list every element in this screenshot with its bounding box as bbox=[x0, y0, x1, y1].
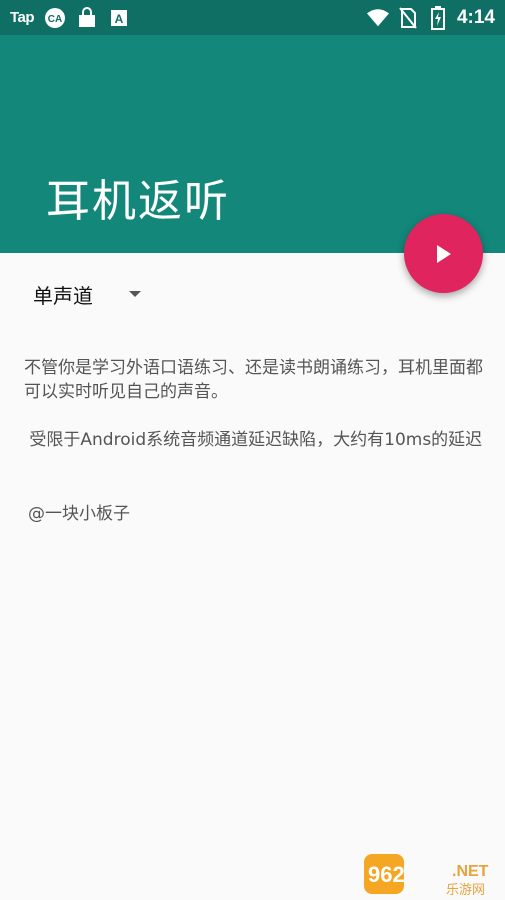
svg-text:962: 962 bbox=[368, 862, 405, 887]
page-title: 耳机返听 bbox=[46, 176, 230, 227]
play-icon bbox=[436, 244, 451, 263]
svg-text:乐游网: 乐游网 bbox=[446, 883, 485, 896]
status-bar: Tap CA A 4:14 bbox=[0, 0, 505, 35]
battery-charging-icon bbox=[427, 5, 449, 30]
watermark-logo: 962 .NET 乐游网 bbox=[364, 852, 502, 898]
play-button[interactable] bbox=[404, 214, 483, 293]
tap-label: Tap bbox=[10, 9, 35, 26]
wifi-icon bbox=[366, 7, 389, 29]
no-sim-icon bbox=[397, 6, 419, 29]
svg-text:A: A bbox=[115, 12, 124, 26]
clock: 4:14 bbox=[456, 6, 495, 28]
dropdown-arrow-icon bbox=[129, 291, 141, 297]
channel-dropdown[interactable]: 单声道 bbox=[33, 276, 163, 312]
description: 不管你是学习外语口语练习、还是读书朗诵练习，耳机里面都可以实时听见自己的声音。 … bbox=[24, 356, 484, 476]
store-bag-icon bbox=[76, 6, 98, 29]
author-credit: @一块小板子 bbox=[28, 504, 130, 524]
description-paragraph-2: 受限于Android系统音频通道延迟缺陷，大约有10ms的延迟 bbox=[24, 430, 483, 450]
svg-text:CA: CA bbox=[48, 14, 62, 25]
a-app-icon: A bbox=[108, 7, 130, 29]
description-paragraph-1: 不管你是学习外语口语练习、还是读书朗诵练习，耳机里面都可以实时听见自己的声音。 bbox=[24, 358, 483, 402]
channel-dropdown-value: 单声道 bbox=[33, 283, 93, 308]
ca-icon: CA bbox=[44, 7, 66, 29]
svg-text:.NET: .NET bbox=[452, 863, 489, 880]
